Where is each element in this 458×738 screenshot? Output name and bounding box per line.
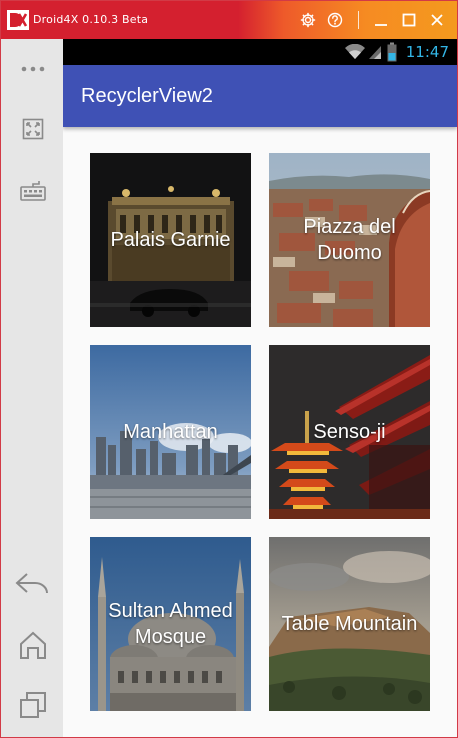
emulator-side-panel xyxy=(1,39,63,737)
emulator-window: Droid4X 0.10.3 Beta 11:47 RecyclerView2 … xyxy=(0,0,458,738)
fullscreen-icon[interactable] xyxy=(15,111,51,147)
title-bar-divider xyxy=(358,11,359,29)
keyboard-icon[interactable] xyxy=(15,172,51,208)
grid-card-sultan-ahmed-mosque[interactable]: Sultan Ahmed Mosque xyxy=(90,537,251,711)
grid-card-piazza-del-duomo[interactable]: Piazza del Duomo xyxy=(269,153,430,327)
app-title: RecyclerView2 xyxy=(81,85,213,107)
close-icon[interactable] xyxy=(427,10,447,30)
recycler-grid[interactable]: Palais Garnie Piazza del Duomo Manhattan… xyxy=(63,127,457,737)
maximize-icon[interactable] xyxy=(399,10,419,30)
title-bar[interactable]: Droid4X 0.10.3 Beta xyxy=(1,1,457,39)
card-label: Manhattan xyxy=(123,421,218,443)
signal-icon xyxy=(369,46,381,59)
app-bar: RecyclerView2 xyxy=(63,65,457,127)
grid-card-palais-garnie[interactable]: Palais Garnie xyxy=(90,153,251,327)
more-icon[interactable] xyxy=(15,51,51,87)
card-label: Palais Garnie xyxy=(110,229,231,251)
status-time: 11:47 xyxy=(405,43,449,61)
battery-icon xyxy=(387,42,397,62)
card-label: Sultan Ahmed Mosque xyxy=(108,600,233,648)
grid-card-senso-ji[interactable]: Senso-ji xyxy=(269,345,430,519)
card-label: Senso-ji xyxy=(313,421,386,443)
help-icon[interactable] xyxy=(325,10,345,30)
home-icon[interactable] xyxy=(15,627,51,663)
minimize-icon[interactable] xyxy=(371,10,391,30)
card-label: Piazza del Duomo xyxy=(303,216,396,264)
android-screen: 11:47 RecyclerView2 Palais Garnie Piazza… xyxy=(63,39,457,737)
back-icon[interactable] xyxy=(15,566,51,602)
gear-icon[interactable] xyxy=(298,10,318,30)
grid-card-manhattan[interactable]: Manhattan xyxy=(90,345,251,519)
status-bar: 11:47 xyxy=(63,39,457,65)
droid4x-logo-icon xyxy=(7,10,29,30)
wifi-icon xyxy=(345,44,365,59)
card-label: Table Mountain xyxy=(281,613,418,635)
window-title: Droid4X 0.10.3 Beta xyxy=(33,13,149,26)
recent-apps-icon[interactable] xyxy=(15,687,51,723)
grid-card-table-mountain[interactable]: Table Mountain xyxy=(269,537,430,711)
